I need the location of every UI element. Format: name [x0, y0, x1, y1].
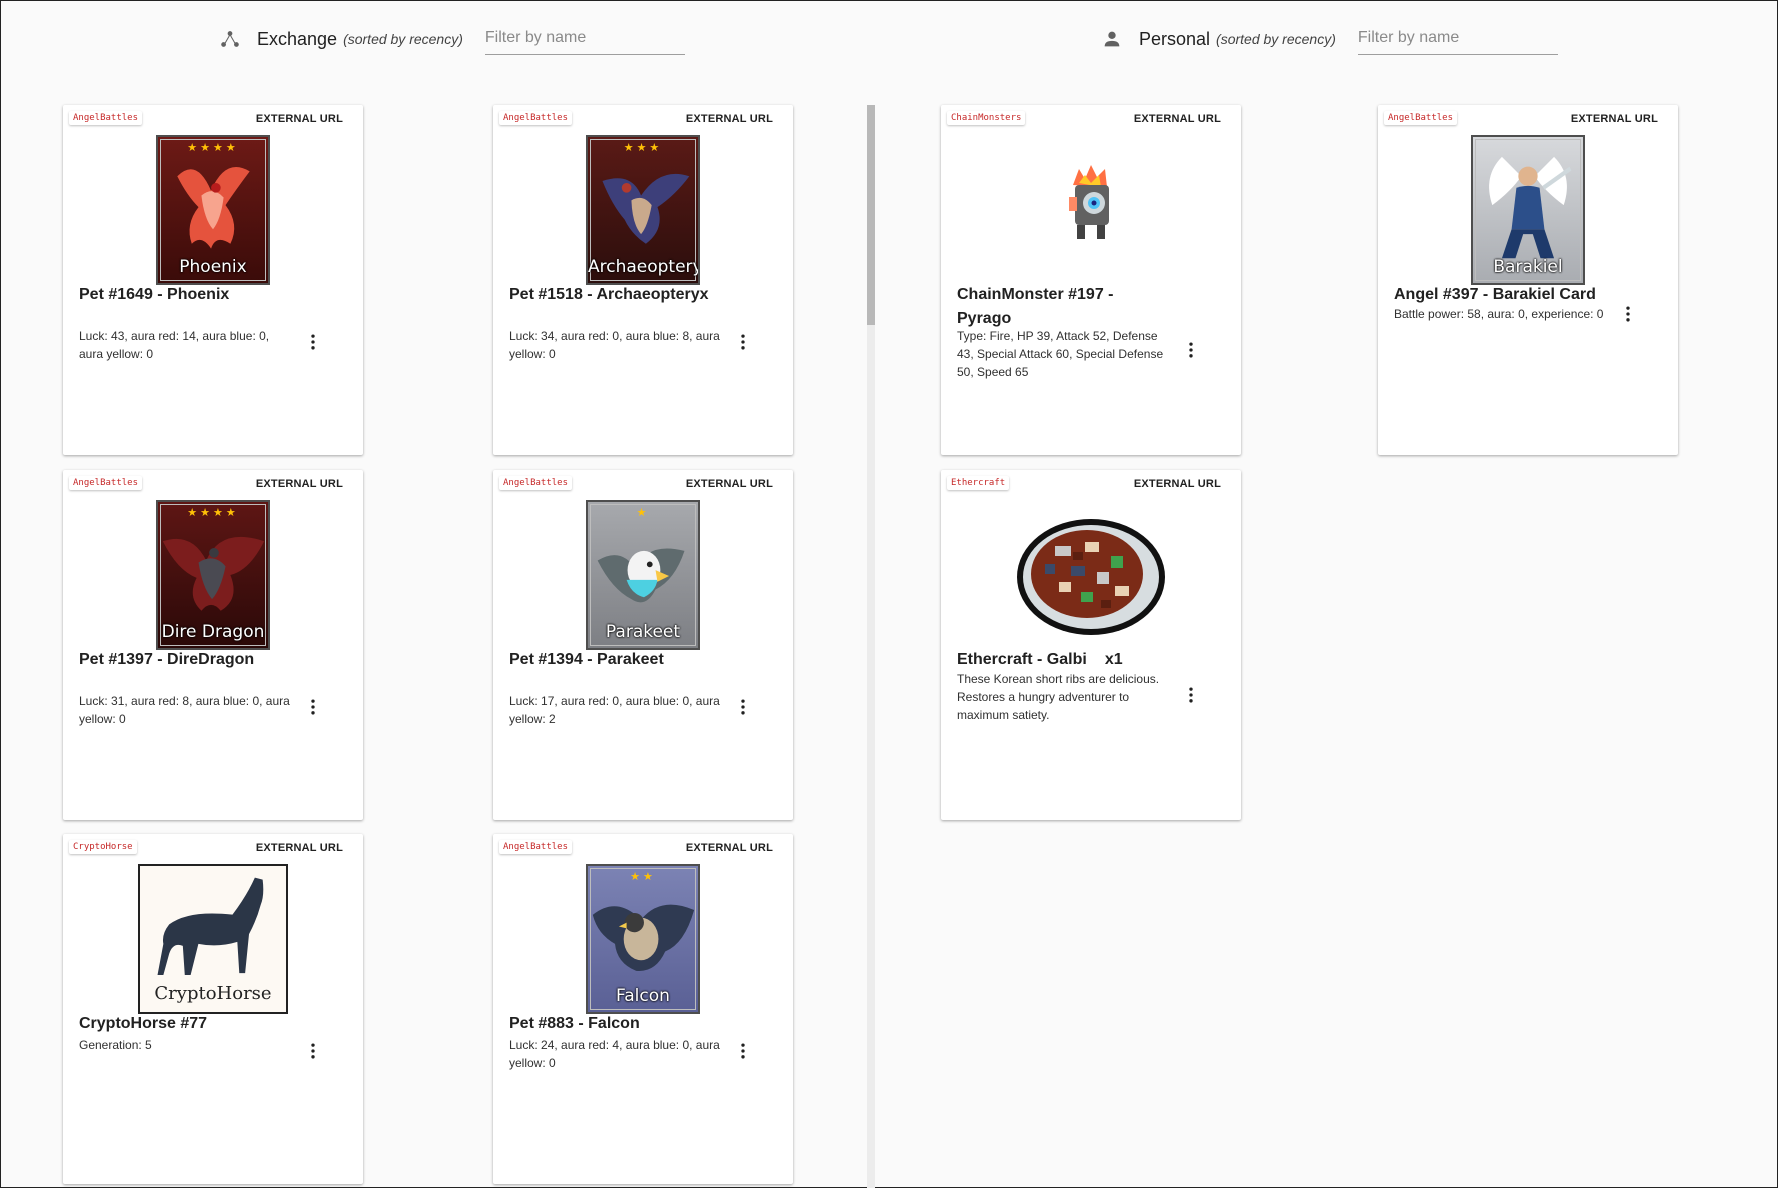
more-vert-icon — [1189, 342, 1193, 358]
exchange-card-falcon[interactable]: AngelBattles EXTERNAL URL ★★ Falcon Pet … — [493, 834, 793, 1184]
more-menu-button[interactable] — [731, 330, 755, 354]
horse-card-art: CryptoHorse — [138, 864, 288, 1014]
card-description: Type: Fire, HP 39, Attack 52, Defense 43… — [957, 329, 1164, 379]
more-menu-button[interactable] — [1179, 683, 1203, 707]
external-url-link[interactable]: EXTERNAL URL — [1134, 478, 1221, 490]
pet-card-art: ★ Parakeet — [586, 500, 700, 650]
exchange-header: Exchange (sorted by recency) — [219, 23, 685, 55]
exchange-card-archaeopteryx[interactable]: AngelBattles EXTERNAL URL ★★★ Archaeopte… — [493, 105, 793, 455]
external-url-link[interactable]: EXTERNAL URL — [1571, 113, 1658, 125]
card-title: Angel #397 - Barakiel Card — [1394, 286, 1596, 303]
more-menu-button[interactable] — [1616, 302, 1640, 326]
exchange-sort-note: (sorted by recency) — [343, 31, 463, 47]
source-tag: AngelBattles — [499, 840, 573, 854]
source-tag: AngelBattles — [69, 476, 143, 490]
card-description: Luck: 31, aura red: 8, aura blue: 0, aur… — [79, 694, 290, 726]
exchange-card-cryptohorse[interactable]: CryptoHorse EXTERNAL URL CryptoHorse Cry… — [63, 834, 363, 1184]
card-title: Ethercraft - Galbi x1 — [957, 648, 1201, 672]
card-description: Battle power: 58, aura: 0, experience: 0 — [1394, 307, 1604, 321]
card-description: Luck: 17, aura red: 0, aura blue: 0, aur… — [509, 694, 720, 726]
source-tag: AngelBattles — [69, 111, 143, 125]
card-title: Pet #883 - Falcon — [509, 1015, 640, 1032]
galbi-plate-illustration — [1017, 519, 1165, 635]
exchange-title: Exchange — [257, 28, 338, 49]
more-menu-button[interactable] — [301, 695, 325, 719]
more-vert-icon — [1626, 306, 1630, 322]
art-label: Barakiel — [1493, 257, 1563, 277]
source-tag: ChainMonsters — [947, 111, 1026, 125]
more-vert-icon — [741, 334, 745, 350]
pet-card-art: ★★★★ Phoenix — [156, 135, 270, 285]
pet-card-art: ★★★★ Dire Dragon — [156, 500, 270, 650]
more-menu-button[interactable] — [1179, 338, 1203, 362]
art-label: Dire Dragon — [161, 622, 265, 642]
angel-card-art: Barakiel — [1471, 135, 1585, 285]
external-url-link[interactable]: EXTERNAL URL — [256, 113, 343, 125]
more-vert-icon — [311, 1043, 315, 1059]
more-vert-icon — [741, 1043, 745, 1059]
personal-filter-input[interactable] — [1357, 23, 1558, 55]
card-title: Pet #1397 - DireDragon — [79, 651, 255, 668]
personal-panel: Personal (sorted by recency) ChainMonste… — [871, 1, 1778, 1188]
card-description: These Korean short ribs are delicious. R… — [957, 672, 1160, 722]
more-menu-button[interactable] — [731, 695, 755, 719]
more-menu-button[interactable] — [301, 330, 325, 354]
exchange-card-dire-dragon[interactable]: AngelBattles EXTERNAL URL ★★★★ Dire Drag… — [63, 470, 363, 820]
external-url-link[interactable]: EXTERNAL URL — [686, 113, 773, 125]
source-tag: AngelBattles — [499, 476, 573, 490]
personal-title: Personal — [1139, 28, 1211, 49]
exchange-card-parakeet[interactable]: AngelBattles EXTERNAL URL ★ Parakeet Pet… — [493, 470, 793, 820]
item-quantity: x1 — [1104, 651, 1123, 668]
personal-header: Personal (sorted by recency) — [1101, 23, 1558, 55]
pet-card-art: ★★ Falcon — [586, 864, 700, 1014]
art-label: Falcon — [616, 986, 670, 1006]
more-vert-icon — [741, 699, 745, 715]
pyrago-illustration — [1069, 165, 1109, 239]
art-label: Phoenix — [179, 257, 247, 277]
personal-card-ethercraft-galbi[interactable]: Ethercraft EXTERNAL URL Ethercraft - Gal… — [941, 470, 1241, 820]
source-tag: Ethercraft — [947, 476, 1010, 490]
share-network-icon — [219, 28, 241, 50]
external-url-link[interactable]: EXTERNAL URL — [686, 842, 773, 854]
card-title: ChainMonster #197 - Pyrago — [957, 286, 1114, 327]
more-vert-icon — [1189, 687, 1193, 703]
person-icon — [1101, 28, 1123, 50]
source-tag: AngelBattles — [1384, 111, 1458, 125]
external-url-link[interactable]: EXTERNAL URL — [256, 842, 343, 854]
exchange-card-phoenix[interactable]: AngelBattles EXTERNAL URL ★★★★ Phoenix P… — [63, 105, 363, 455]
item-art — [1015, 516, 1167, 643]
personal-card-chainmonster[interactable]: ChainMonsters EXTERNAL URL ChainMonster … — [941, 105, 1241, 455]
card-description: Luck: 43, aura red: 14, aura blue: 0, au… — [79, 329, 270, 361]
more-vert-icon — [311, 699, 315, 715]
card-title: Pet #1394 - Parakeet — [509, 651, 664, 668]
item-name: Ethercraft - Galbi — [957, 651, 1087, 668]
monster-art — [1061, 165, 1121, 250]
exchange-filter-input[interactable] — [484, 23, 685, 55]
card-title: Pet #1518 - Archaeopteryx — [509, 286, 709, 303]
source-tag: CryptoHorse — [69, 840, 137, 854]
source-tag: AngelBattles — [499, 111, 573, 125]
card-title: CryptoHorse #77 — [79, 1015, 208, 1032]
personal-card-barakiel[interactable]: AngelBattles EXTERNAL URL Barakiel Angel… — [1378, 105, 1678, 455]
pet-card-art: ★★★ Archaeopteryx — [586, 135, 700, 285]
external-url-link[interactable]: EXTERNAL URL — [256, 478, 343, 490]
art-label: Parakeet — [605, 622, 681, 642]
card-description: Generation: 5 — [79, 1038, 152, 1052]
card-title: Pet #1649 - Phoenix — [79, 286, 230, 303]
more-menu-button[interactable] — [301, 1039, 325, 1063]
art-label: Archaeopteryx — [588, 257, 698, 277]
external-url-link[interactable]: EXTERNAL URL — [686, 478, 773, 490]
personal-sort-note: (sorted by recency) — [1216, 31, 1336, 47]
more-menu-button[interactable] — [731, 1039, 755, 1063]
art-label: CryptoHorse — [154, 983, 272, 1004]
external-url-link[interactable]: EXTERNAL URL — [1134, 113, 1221, 125]
card-description: Luck: 34, aura red: 0, aura blue: 8, aur… — [509, 329, 720, 361]
more-vert-icon — [311, 334, 315, 350]
exchange-panel: Exchange (sorted by recency) AngelBattle… — [1, 1, 871, 1188]
card-description: Luck: 24, aura red: 4, aura blue: 0, aur… — [509, 1038, 720, 1070]
